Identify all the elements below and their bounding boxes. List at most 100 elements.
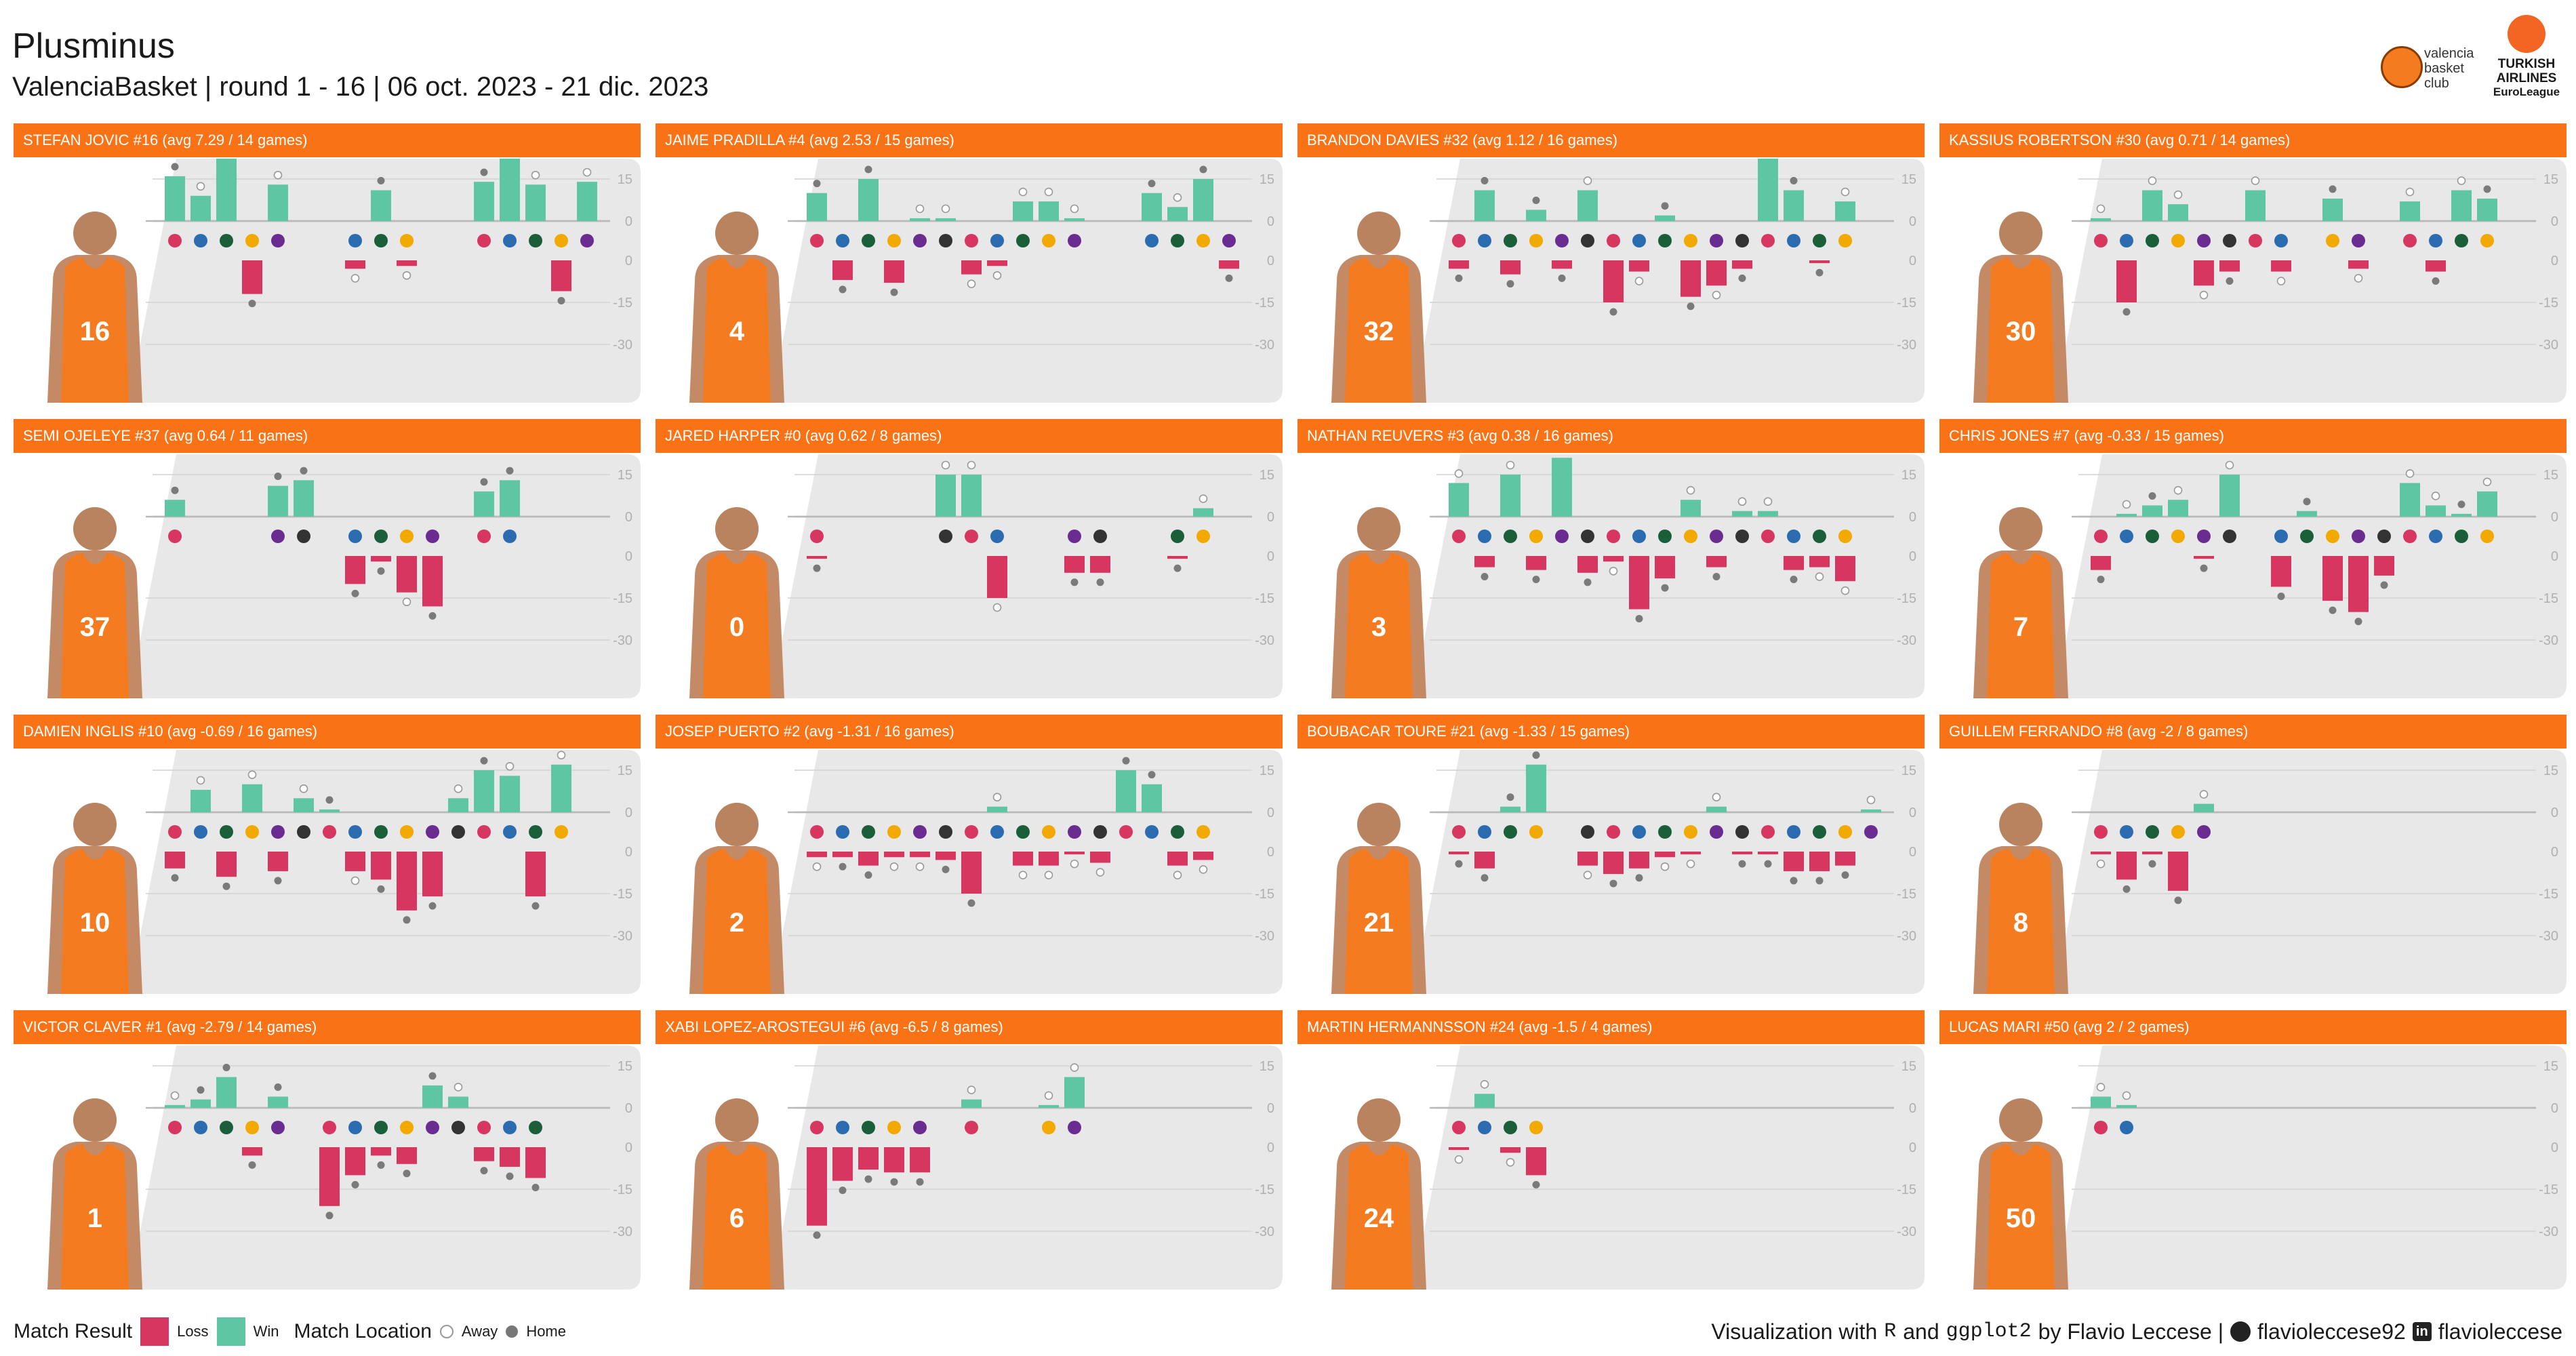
bar (422, 1085, 443, 1108)
away-dot (1737, 497, 1747, 506)
opponent-logo-icon (1607, 825, 1620, 839)
y-tick-label: -15 (2539, 296, 2558, 311)
opponent-logo-icon (1529, 530, 1543, 543)
home-dot (2148, 860, 2156, 868)
y-tick-label: 0 (2551, 549, 2558, 564)
credit-github[interactable]: flavioleccese92 (2257, 1319, 2406, 1344)
opponent-logo-icon (1658, 825, 1672, 839)
opponent-logo-icon (503, 234, 517, 247)
y-tick-label: -30 (2539, 1224, 2558, 1239)
bar (1706, 556, 1727, 567)
home-dot (1532, 576, 1540, 584)
player-head (715, 1098, 759, 1142)
home-dot (480, 478, 488, 486)
jersey-number: 8 (2013, 908, 2028, 938)
opponent-logo-icon (1761, 234, 1775, 247)
credit-linkedin[interactable]: flavioleccese (2438, 1319, 2562, 1344)
home-dot (1532, 196, 1540, 204)
away-dot (2276, 277, 2286, 285)
plusminus-chart: 301500-15-3030 (1973, 159, 2567, 403)
opponent-logo-icon (1042, 1121, 1055, 1134)
home-dot (967, 899, 975, 907)
player-panel: JAIME PRADILLA #4 (avg 2.53 / 15 games)3… (656, 123, 1283, 408)
bar (422, 852, 443, 897)
bar (807, 1147, 827, 1226)
opponent-logo-icon (1787, 234, 1800, 247)
y-tick-label: -15 (2539, 887, 2558, 902)
y-tick-label: -15 (1897, 887, 1916, 902)
away-dot (196, 776, 205, 785)
y-tick-label: -15 (1897, 296, 1916, 311)
home-dot (480, 168, 488, 176)
away-dot (1044, 871, 1053, 879)
opponent-logo-icon (862, 1121, 875, 1134)
y-tick-label: 0 (1267, 845, 1274, 860)
plusminus-chart: 301500-15-307 (1973, 454, 2567, 698)
opponent-logo-icon (1171, 234, 1184, 247)
opponent-logo-icon (1658, 530, 1672, 543)
y-tick-label: -30 (1897, 338, 1916, 353)
page-subtitle: ValenciaBasket | round 1 - 16 | 06 oct. … (12, 72, 709, 102)
bar (190, 789, 211, 812)
plusminus-chart: 301500-15-3010 (47, 750, 641, 994)
legend-away-label: Away (461, 1323, 498, 1340)
away-dot (1018, 187, 1028, 197)
away-dot (1070, 859, 1079, 869)
bar (500, 480, 520, 517)
away-dot (402, 271, 411, 280)
opponent-logo-icon (2120, 530, 2133, 543)
bar (2219, 260, 2240, 272)
player-panel: NATHAN REUVERS #3 (avg 0.38 / 16 games) 3… (1297, 419, 1925, 704)
panel-title: JARED HARPER #0 (avg 0.62 / 8 games) (656, 419, 1283, 453)
bar (294, 798, 314, 812)
bar (2451, 190, 2472, 221)
player-photo: 24 (1331, 1098, 1426, 1290)
home-dot (403, 916, 411, 924)
bar (1706, 260, 1727, 286)
jersey-number: 30 (2006, 317, 2036, 346)
opponent-logo-icon (1710, 825, 1723, 839)
opponent-logo-icon (1145, 825, 1159, 839)
bar (1449, 1147, 1469, 1151)
home-dot (300, 466, 308, 475)
jersey-number: 6 (729, 1203, 744, 1233)
player-photo: 1 (47, 1098, 142, 1290)
bar (1603, 260, 1624, 302)
bar (216, 1077, 237, 1108)
opponent-logo-icon (965, 825, 978, 839)
home-dot (1635, 615, 1643, 623)
away-dot (2199, 790, 2209, 799)
opponent-logo-icon (1555, 530, 1569, 543)
opponent-logo-icon (887, 825, 901, 839)
opponent-logo-icon (529, 825, 542, 839)
bar (884, 1147, 904, 1173)
away-dot (1686, 485, 1695, 495)
opponent-logo-icon (2171, 825, 2185, 839)
opponent-logo-icon (271, 825, 285, 839)
y-tick-label: -30 (613, 1224, 632, 1239)
plusminus-chart: 301500-15-308 (1973, 750, 2567, 994)
y-tick-label: -30 (1897, 1224, 1916, 1239)
plusminus-chart: 301500-15-303 (1331, 454, 1925, 698)
home-dot (839, 285, 847, 294)
opponent-logo-icon (990, 825, 1004, 839)
home-dot (1506, 793, 1514, 801)
y-tick-label: 0 (2551, 254, 2558, 268)
y-tick-label: -30 (2539, 929, 2558, 944)
plusminus-chart: 301500-15-304 (689, 159, 1283, 403)
bar (1219, 260, 1239, 269)
away-dot (1506, 1157, 1515, 1167)
y-tick-label: 0 (625, 1101, 632, 1116)
y-tick-label: 0 (2551, 1101, 2558, 1116)
home-dot (2148, 492, 2156, 500)
player-photo: 16 (47, 212, 142, 403)
opponent-logo-icon (400, 530, 414, 543)
bar (268, 184, 288, 221)
panel-background (2055, 454, 2567, 698)
home-dot (1096, 578, 1104, 586)
y-tick-label: -30 (613, 338, 632, 353)
bar (1629, 260, 1649, 272)
jersey-number: 0 (729, 612, 744, 642)
y-tick-label: -15 (1897, 591, 1916, 606)
panel-body: 301500-15-3010 (14, 750, 641, 994)
